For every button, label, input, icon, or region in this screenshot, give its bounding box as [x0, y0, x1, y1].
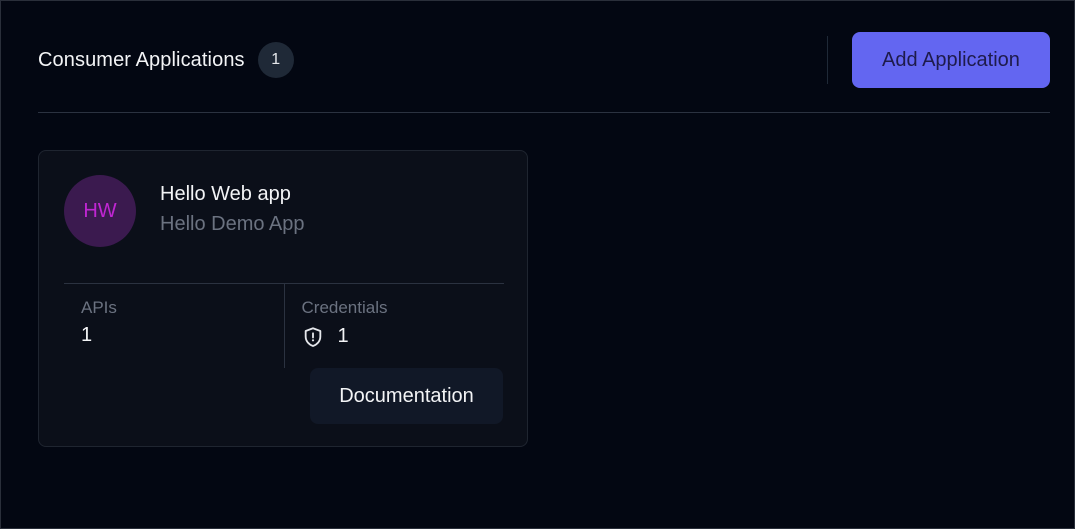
application-card[interactable]: HW Hello Web app Hello Demo App APIs 1 C… — [38, 150, 528, 447]
page-header: Consumer Applications 1 Add Application — [38, 32, 1050, 88]
stat-apis-count: 1 — [81, 324, 93, 346]
stat-credentials-count: 1 — [337, 324, 349, 347]
application-description: Hello Demo App — [160, 213, 305, 235]
stat-apis-label: APIs — [81, 298, 117, 317]
header-divider-line — [38, 112, 1050, 113]
stat-credentials-value: 1 — [302, 324, 349, 348]
stat-apis: APIs 1 — [64, 284, 284, 368]
application-stats: APIs 1 Credentials 1 — [64, 284, 504, 368]
add-application-button[interactable]: Add Application — [852, 32, 1050, 88]
application-name[interactable]: Hello Web app — [160, 183, 291, 206]
avatar: HW — [64, 175, 136, 247]
shield-icon — [302, 326, 324, 348]
stat-apis-value: 1 — [81, 324, 92, 347]
documentation-button[interactable]: Documentation — [310, 368, 503, 424]
application-count-badge: 1 — [257, 42, 294, 78]
stat-credentials: Credentials 1 — [283, 284, 505, 368]
header-divider — [827, 36, 828, 84]
stat-credentials-label: Credentials — [301, 298, 388, 317]
page-title: Consumer Applications — [38, 48, 245, 71]
